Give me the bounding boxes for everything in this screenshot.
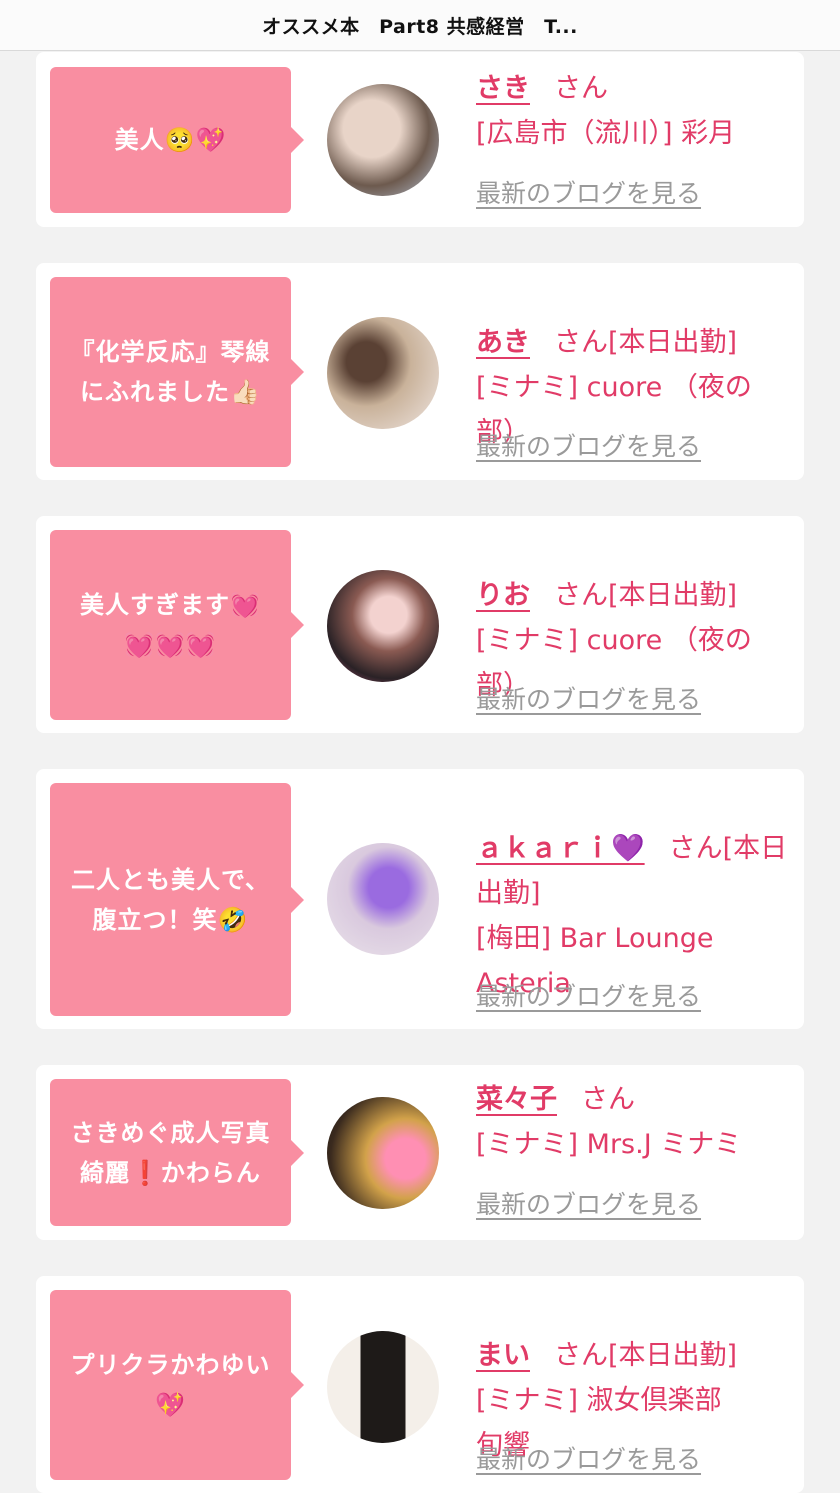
list-item: 美人🥺💖 さき さん [広島市（流川）] 彩月 最新のブログを見る xyxy=(36,52,804,227)
user-name-link[interactable]: 菜々子 xyxy=(476,1084,557,1115)
latest-blog-link[interactable]: 最新のブログを見る xyxy=(476,1185,701,1221)
latest-blog-link[interactable]: 最新のブログを見る xyxy=(476,680,701,716)
latest-blog-link[interactable]: 最新のブログを見る xyxy=(476,977,701,1013)
user-name-link[interactable]: まい xyxy=(476,1340,530,1371)
comment-bubble: 美人すぎます💓 💓💓💓 xyxy=(50,530,304,720)
user-suffix: さん xyxy=(554,73,608,104)
user-name-link[interactable]: りお xyxy=(476,580,530,611)
list-item: 『化学反応』琴線 にふれました👍🏻 あき さん[本日出勤] [ミナミ] cuore… xyxy=(36,263,804,480)
comment-bubble: 美人🥺💖 xyxy=(50,67,304,213)
user-name-link[interactable]: さき xyxy=(476,73,530,104)
latest-blog-link[interactable]: 最新のブログを見る xyxy=(476,174,701,210)
list-item: さきめぐ成人写真 綺麗❗️かわらん 菜々子 さん [ミナミ] Mrs.J ミナミ … xyxy=(36,1065,804,1240)
comment-bubble: 『化学反応』琴線 にふれました👍🏻 xyxy=(50,277,304,467)
avatar[interactable] xyxy=(327,84,439,196)
avatar[interactable] xyxy=(327,843,439,955)
avatar[interactable] xyxy=(327,317,439,429)
user-name-link[interactable]: ａｋａｒｉ💜 xyxy=(476,833,645,864)
user-suffix: さん[本日出勤] xyxy=(554,327,738,358)
shop-label: [ミナミ] Mrs.J ミナミ xyxy=(476,1129,742,1160)
list-item: 二人とも美人で、 腹立つ！笑🤣 ａｋａｒｉ💜 さん[本日出勤] [梅田] Bar … xyxy=(36,769,804,1029)
page-title-bar: オススメ本 Part8 共感経営 T... xyxy=(0,0,840,51)
user-suffix: さん[本日出勤] xyxy=(554,1340,738,1371)
shop-label: [広島市（流川）] 彩月 xyxy=(476,118,736,149)
latest-blog-link[interactable]: 最新のブログを見る xyxy=(476,427,701,463)
comment-bubble: プリクラかわゆい 💖 xyxy=(50,1290,304,1480)
comment-bubble: 二人とも美人で、 腹立つ！笑🤣 xyxy=(50,783,304,1016)
comment-bubble: さきめぐ成人写真 綺麗❗️かわらん xyxy=(50,1079,304,1226)
list-item: 美人すぎます💓 💓💓💓 りお さん[本日出勤] [ミナミ] cuore （夜の 部… xyxy=(36,516,804,733)
latest-blog-link[interactable]: 最新のブログを見る xyxy=(476,1440,701,1476)
user-name-link[interactable]: あき xyxy=(476,327,530,358)
user-suffix: さん xyxy=(581,1084,635,1115)
page-title: オススメ本 Part8 共感経営 T... xyxy=(262,15,578,38)
avatar[interactable] xyxy=(327,1331,439,1443)
avatar[interactable] xyxy=(327,1097,439,1209)
list-item: プリクラかわゆい 💖 まい さん[本日出勤] [ミナミ] 淑女倶楽部 旬響 最新の… xyxy=(36,1276,804,1493)
user-suffix: さん[本日出勤] xyxy=(554,580,738,611)
avatar[interactable] xyxy=(327,570,439,682)
